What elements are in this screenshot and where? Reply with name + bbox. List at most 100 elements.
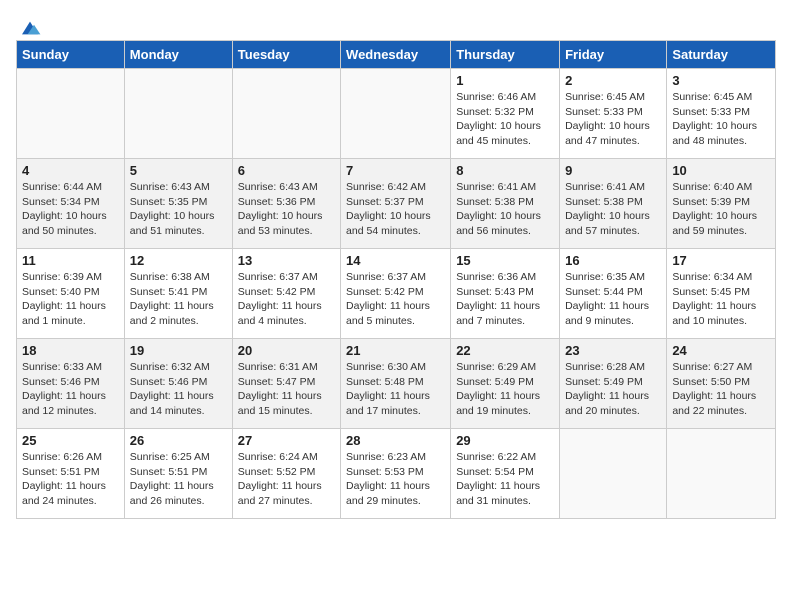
calendar-cell: 19 Sunrise: 6:32 AM Sunset: 5:46 PM Dayli… <box>124 339 232 429</box>
day-number: 6 <box>238 163 335 178</box>
calendar-cell: 21 Sunrise: 6:30 AM Sunset: 5:48 PM Dayli… <box>341 339 451 429</box>
day-info: Sunrise: 6:43 AM Sunset: 5:36 PM Dayligh… <box>238 180 335 239</box>
calendar-cell: 2 Sunrise: 6:45 AM Sunset: 5:33 PM Daylig… <box>560 69 667 159</box>
calendar-cell: 14 Sunrise: 6:37 AM Sunset: 5:42 PM Dayli… <box>341 249 451 339</box>
calendar-cell: 26 Sunrise: 6:25 AM Sunset: 5:51 PM Dayli… <box>124 429 232 519</box>
calendar-cell <box>560 429 667 519</box>
calendar-cell <box>17 69 125 159</box>
day-number: 9 <box>565 163 661 178</box>
day-info: Sunrise: 6:36 AM Sunset: 5:43 PM Dayligh… <box>456 270 554 329</box>
day-info: Sunrise: 6:22 AM Sunset: 5:54 PM Dayligh… <box>456 450 554 509</box>
day-info: Sunrise: 6:28 AM Sunset: 5:49 PM Dayligh… <box>565 360 661 419</box>
calendar-cell: 6 Sunrise: 6:43 AM Sunset: 5:36 PM Daylig… <box>232 159 340 249</box>
day-number: 3 <box>672 73 770 88</box>
day-number: 21 <box>346 343 445 358</box>
day-number: 4 <box>22 163 119 178</box>
calendar-cell: 4 Sunrise: 6:44 AM Sunset: 5:34 PM Daylig… <box>17 159 125 249</box>
day-number: 2 <box>565 73 661 88</box>
column-header-saturday: Saturday <box>667 41 776 69</box>
calendar-cell: 20 Sunrise: 6:31 AM Sunset: 5:47 PM Dayli… <box>232 339 340 429</box>
day-info: Sunrise: 6:42 AM Sunset: 5:37 PM Dayligh… <box>346 180 445 239</box>
day-info: Sunrise: 6:24 AM Sunset: 5:52 PM Dayligh… <box>238 450 335 509</box>
day-number: 7 <box>346 163 445 178</box>
calendar-cell: 29 Sunrise: 6:22 AM Sunset: 5:54 PM Dayli… <box>451 429 560 519</box>
calendar-table: SundayMondayTuesdayWednesdayThursdayFrid… <box>16 40 776 519</box>
column-header-thursday: Thursday <box>451 41 560 69</box>
day-number: 28 <box>346 433 445 448</box>
day-info: Sunrise: 6:33 AM Sunset: 5:46 PM Dayligh… <box>22 360 119 419</box>
calendar-cell: 23 Sunrise: 6:28 AM Sunset: 5:49 PM Dayli… <box>560 339 667 429</box>
day-number: 24 <box>672 343 770 358</box>
day-number: 27 <box>238 433 335 448</box>
calendar-cell <box>232 69 340 159</box>
day-number: 15 <box>456 253 554 268</box>
day-info: Sunrise: 6:26 AM Sunset: 5:51 PM Dayligh… <box>22 450 119 509</box>
column-header-monday: Monday <box>124 41 232 69</box>
day-info: Sunrise: 6:31 AM Sunset: 5:47 PM Dayligh… <box>238 360 335 419</box>
column-header-sunday: Sunday <box>17 41 125 69</box>
page-header <box>16 16 776 32</box>
calendar-cell <box>341 69 451 159</box>
day-number: 13 <box>238 253 335 268</box>
day-info: Sunrise: 6:44 AM Sunset: 5:34 PM Dayligh… <box>22 180 119 239</box>
calendar-cell: 17 Sunrise: 6:34 AM Sunset: 5:45 PM Dayli… <box>667 249 776 339</box>
day-info: Sunrise: 6:38 AM Sunset: 5:41 PM Dayligh… <box>130 270 227 329</box>
calendar-cell: 27 Sunrise: 6:24 AM Sunset: 5:52 PM Dayli… <box>232 429 340 519</box>
day-info: Sunrise: 6:40 AM Sunset: 5:39 PM Dayligh… <box>672 180 770 239</box>
day-info: Sunrise: 6:32 AM Sunset: 5:46 PM Dayligh… <box>130 360 227 419</box>
day-number: 22 <box>456 343 554 358</box>
logo <box>16 16 42 32</box>
day-info: Sunrise: 6:46 AM Sunset: 5:32 PM Dayligh… <box>456 90 554 149</box>
calendar-cell: 3 Sunrise: 6:45 AM Sunset: 5:33 PM Daylig… <box>667 69 776 159</box>
day-number: 16 <box>565 253 661 268</box>
logo-icon <box>18 16 42 40</box>
day-number: 11 <box>22 253 119 268</box>
day-info: Sunrise: 6:35 AM Sunset: 5:44 PM Dayligh… <box>565 270 661 329</box>
day-info: Sunrise: 6:30 AM Sunset: 5:48 PM Dayligh… <box>346 360 445 419</box>
calendar-cell: 1 Sunrise: 6:46 AM Sunset: 5:32 PM Daylig… <box>451 69 560 159</box>
column-header-tuesday: Tuesday <box>232 41 340 69</box>
day-info: Sunrise: 6:23 AM Sunset: 5:53 PM Dayligh… <box>346 450 445 509</box>
day-number: 23 <box>565 343 661 358</box>
day-number: 29 <box>456 433 554 448</box>
column-header-wednesday: Wednesday <box>341 41 451 69</box>
day-info: Sunrise: 6:34 AM Sunset: 5:45 PM Dayligh… <box>672 270 770 329</box>
day-number: 14 <box>346 253 445 268</box>
day-number: 18 <box>22 343 119 358</box>
day-info: Sunrise: 6:25 AM Sunset: 5:51 PM Dayligh… <box>130 450 227 509</box>
calendar-cell: 11Sunrise: 6:39 AM Sunset: 5:40 PM Dayli… <box>17 249 125 339</box>
calendar-cell: 24 Sunrise: 6:27 AM Sunset: 5:50 PM Dayli… <box>667 339 776 429</box>
day-number: 26 <box>130 433 227 448</box>
day-info: Sunrise: 6:41 AM Sunset: 5:38 PM Dayligh… <box>565 180 661 239</box>
day-number: 20 <box>238 343 335 358</box>
day-info: Sunrise: 6:43 AM Sunset: 5:35 PM Dayligh… <box>130 180 227 239</box>
day-number: 10 <box>672 163 770 178</box>
day-number: 19 <box>130 343 227 358</box>
calendar-cell: 15 Sunrise: 6:36 AM Sunset: 5:43 PM Dayli… <box>451 249 560 339</box>
day-info: Sunrise: 6:45 AM Sunset: 5:33 PM Dayligh… <box>672 90 770 149</box>
day-info: Sunrise: 6:29 AM Sunset: 5:49 PM Dayligh… <box>456 360 554 419</box>
calendar-cell: 8 Sunrise: 6:41 AM Sunset: 5:38 PM Daylig… <box>451 159 560 249</box>
day-info: Sunrise: 6:37 AM Sunset: 5:42 PM Dayligh… <box>346 270 445 329</box>
calendar-cell <box>667 429 776 519</box>
calendar-cell: 10 Sunrise: 6:40 AM Sunset: 5:39 PM Dayli… <box>667 159 776 249</box>
calendar-cell: 12 Sunrise: 6:38 AM Sunset: 5:41 PM Dayli… <box>124 249 232 339</box>
day-number: 8 <box>456 163 554 178</box>
column-header-friday: Friday <box>560 41 667 69</box>
day-info: Sunrise: 6:45 AM Sunset: 5:33 PM Dayligh… <box>565 90 661 149</box>
calendar-cell: 16 Sunrise: 6:35 AM Sunset: 5:44 PM Dayli… <box>560 249 667 339</box>
day-number: 1 <box>456 73 554 88</box>
calendar-cell <box>124 69 232 159</box>
calendar-cell: 7 Sunrise: 6:42 AM Sunset: 5:37 PM Daylig… <box>341 159 451 249</box>
day-number: 12 <box>130 253 227 268</box>
calendar-cell: 13Sunrise: 6:37 AM Sunset: 5:42 PM Dayli… <box>232 249 340 339</box>
day-number: 25 <box>22 433 119 448</box>
calendar-cell: 25 Sunrise: 6:26 AM Sunset: 5:51 PM Dayli… <box>17 429 125 519</box>
day-info: Sunrise: 6:27 AM Sunset: 5:50 PM Dayligh… <box>672 360 770 419</box>
calendar-cell: 9 Sunrise: 6:41 AM Sunset: 5:38 PM Daylig… <box>560 159 667 249</box>
day-info: Sunrise: 6:41 AM Sunset: 5:38 PM Dayligh… <box>456 180 554 239</box>
calendar-cell: 22 Sunrise: 6:29 AM Sunset: 5:49 PM Dayli… <box>451 339 560 429</box>
day-number: 5 <box>130 163 227 178</box>
day-number: 17 <box>672 253 770 268</box>
calendar-cell: 28 Sunrise: 6:23 AM Sunset: 5:53 PM Dayli… <box>341 429 451 519</box>
